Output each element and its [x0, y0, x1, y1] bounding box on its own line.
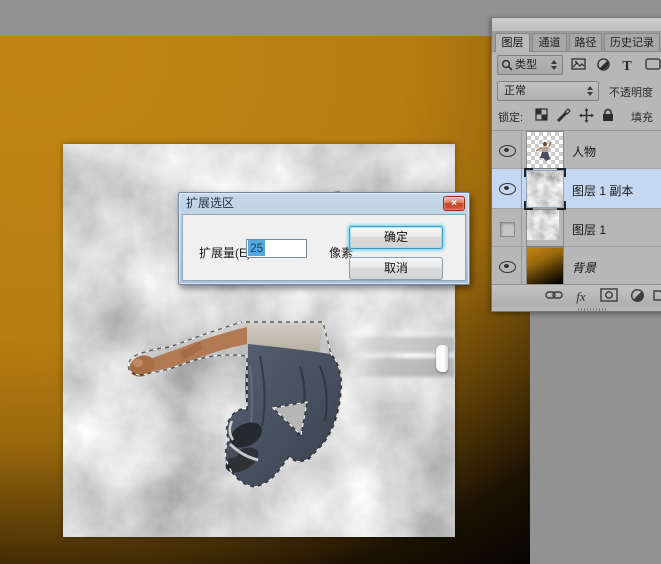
cancel-button[interactable]: 取消: [349, 257, 443, 280]
chevron-up-down-icon: [587, 86, 594, 96]
layer-row-person[interactable]: 人物: [492, 131, 661, 169]
blend-mode-select[interactable]: 正常: [497, 81, 599, 101]
adjustment-layer-icon[interactable]: [627, 288, 647, 304]
shape-layer-filter-icon[interactable]: [644, 57, 661, 73]
layer-name: 图层 1: [572, 221, 606, 238]
tab-channels[interactable]: 通道: [532, 33, 567, 51]
panel-tab-bar: 图层 通道 路径 历史记录: [492, 31, 661, 52]
lock-transparency-icon[interactable]: [532, 108, 550, 125]
filter-type-select[interactable]: 类型: [497, 55, 563, 75]
layer-thumbnail-clouds[interactable]: [527, 210, 563, 246]
document-canvas-window[interactable]: [0, 36, 530, 564]
panel-bottom-bar: fx: [492, 284, 661, 307]
eye-icon[interactable]: [499, 261, 516, 273]
eye-icon[interactable]: [499, 145, 516, 157]
layer-name: 背景: [572, 259, 596, 276]
layer-name: 人物: [572, 143, 596, 160]
selection-bracket: [557, 168, 566, 177]
dialog-titlebar[interactable]: 扩展选区: [179, 193, 469, 214]
eye-icon[interactable]: [499, 183, 516, 195]
layer-name: 图层 1 副本: [572, 182, 633, 199]
adjustment-layer-filter-icon[interactable]: [594, 57, 612, 73]
tab-history[interactable]: 历史记录: [604, 33, 660, 51]
chevron-up-down-icon: [551, 60, 558, 70]
new-group-icon[interactable]: [652, 288, 661, 304]
filter-type-label: 类型: [515, 56, 537, 74]
lock-row: 锁定: 填充: [492, 106, 661, 128]
layer-filter-row: 类型 T: [492, 54, 661, 78]
layer-list: 人物 图层 1 副本 图层 1: [492, 130, 661, 287]
text-layer-filter-icon[interactable]: T: [618, 57, 636, 73]
person-fist: [126, 351, 158, 380]
visibility-cell[interactable]: [492, 131, 522, 168]
layer-row-background[interactable]: 背景: [492, 247, 661, 285]
visibility-cell[interactable]: [492, 247, 522, 284]
layer-row-layer1-copy[interactable]: 图层 1 副本: [492, 169, 661, 209]
layer-thumbnail-gradient[interactable]: [527, 248, 563, 284]
panel-resize-grip[interactable]: [578, 308, 606, 311]
layer-row-layer1[interactable]: 图层 1: [492, 209, 661, 247]
tab-paths[interactable]: 路径: [569, 33, 602, 51]
expand-selection-dialog: 扩展选区 × 扩展量(E): 25 像素 确定 取消: [178, 192, 470, 285]
lock-label: 锁定:: [498, 109, 523, 125]
selection-bracket: [524, 168, 533, 177]
fill-label: 填充: [631, 109, 653, 125]
blend-mode-value: 正常: [504, 82, 526, 100]
layers-panel: 图层 通道 路径 历史记录 类型 T 正常 不透明度: [491, 17, 661, 312]
search-icon: [501, 59, 513, 71]
panel-drag-strip[interactable]: [492, 18, 661, 32]
dialog-body: 扩展量(E): 25 像素 确定 取消: [182, 214, 466, 281]
tab-layers[interactable]: 图层: [495, 33, 530, 52]
lock-all-icon[interactable]: [599, 108, 617, 125]
visibility-cell[interactable]: [492, 209, 522, 246]
lock-position-icon[interactable]: [577, 108, 595, 125]
eye-hidden-box[interactable]: [500, 222, 515, 237]
layer-mask-icon[interactable]: [599, 288, 619, 304]
lock-pixels-icon[interactable]: [554, 108, 572, 125]
visibility-cell[interactable]: [492, 169, 522, 208]
image-layer-filter-icon[interactable]: [570, 57, 588, 73]
expand-amount-input[interactable]: 25: [246, 239, 307, 258]
close-icon[interactable]: ×: [443, 196, 465, 211]
opacity-label: 不透明度: [609, 84, 653, 100]
selected-text: 25: [248, 240, 265, 256]
link-layers-icon[interactable]: [544, 288, 564, 304]
layer-style-icon[interactable]: fx: [571, 288, 591, 304]
blend-mode-row: 正常 不透明度: [492, 80, 661, 104]
layer-thumbnail-person[interactable]: [527, 132, 563, 168]
ok-button[interactable]: 确定: [349, 226, 443, 249]
